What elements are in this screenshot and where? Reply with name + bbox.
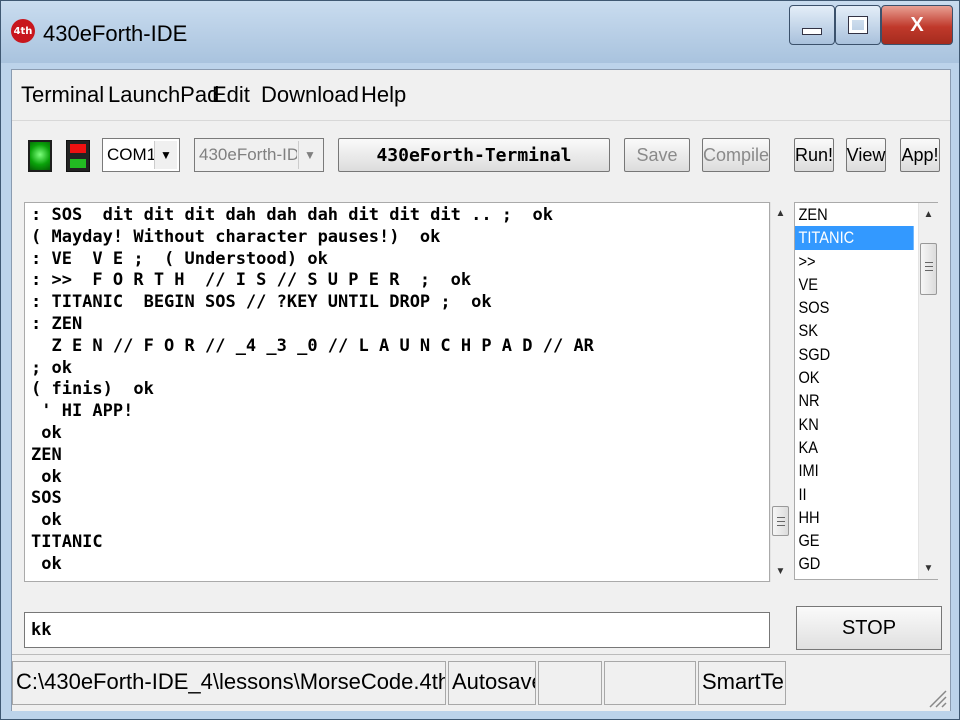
- terminal-line: ( finis) ok: [31, 379, 154, 400]
- view-button[interactable]: View: [846, 138, 886, 172]
- status-bar: C:\430eForth-IDE_4\lessons\MorseCode.4th…: [12, 654, 950, 711]
- status-mode: SmartTerm: [698, 661, 786, 705]
- terminal-button[interactable]: 430eForth-Terminal: [338, 138, 610, 172]
- word-list-item[interactable]: SOS: [795, 296, 896, 319]
- word-list-item[interactable]: ZEN: [795, 203, 896, 226]
- client-area: Terminal LaunchPad Edit Download Help CO…: [11, 69, 951, 711]
- connection-led-icon: [28, 140, 52, 172]
- app-logo-icon: 4th: [11, 19, 35, 43]
- word-list-item[interactable]: NR: [795, 389, 896, 412]
- close-button[interactable]: X: [881, 5, 953, 45]
- window-title: 430eForth-IDE: [43, 21, 188, 46]
- command-input[interactable]: [25, 613, 769, 647]
- scroll-down-icon[interactable]: ▼: [771, 562, 790, 580]
- save-button[interactable]: Save: [624, 138, 690, 172]
- word-list-item[interactable]: KN: [795, 413, 896, 436]
- terminal-line: : >> F O R T H // I S // S U P E R ; ok: [31, 270, 472, 291]
- terminal-line: : SOS dit dit dit dah dah dah dit dit di…: [31, 205, 553, 225]
- terminal-line: ok: [31, 510, 62, 531]
- menu-help[interactable]: Help: [361, 82, 406, 108]
- title-bar[interactable]: 4th 430eForth-IDE X: [1, 1, 959, 63]
- project-select[interactable]: 430eForth-IDE_4 ▼: [194, 138, 324, 172]
- word-list-item[interactable]: GD: [795, 552, 896, 575]
- run-button[interactable]: Run!: [794, 138, 834, 172]
- terminal-text: : SOS dit dit dit dah dah dah dit dit di…: [25, 203, 769, 576]
- scroll-up-icon[interactable]: ▲: [771, 204, 790, 222]
- word-list-item[interactable]: HH: [795, 506, 896, 529]
- terminal-line: SOS: [31, 488, 62, 509]
- app-window: 4th 430eForth-IDE X Terminal LaunchPad E…: [0, 0, 960, 720]
- terminal-line: TITANIC: [31, 531, 103, 552]
- close-icon: X: [910, 13, 924, 36]
- word-list[interactable]: ZEN TITANIC >> VE SOS SK SGD OK NR KN KA IMI II HH GE G…: [794, 202, 938, 580]
- word-list-item[interactable]: II: [795, 483, 896, 506]
- menu-terminal[interactable]: Terminal: [21, 82, 104, 108]
- resize-grip-icon[interactable]: [926, 687, 948, 709]
- terminal-line: Z E N // F O R // _4 _3 _0 // L A U N C …: [31, 335, 594, 356]
- terminal-line: ( Mayday! Without character pauses!) ok: [31, 226, 441, 247]
- terminal-line: ok: [31, 553, 62, 574]
- toolbar: COM10 ▼ 430eForth-IDE_4 ▼ 430eForth-Term…: [12, 122, 950, 198]
- terminal-line: : VE V E ; ( Understood) ok: [31, 248, 328, 269]
- status-path: C:\430eForth-IDE_4\lessons\MorseCode.4th…: [12, 661, 446, 705]
- compile-button[interactable]: Compile: [702, 138, 770, 172]
- word-list-item[interactable]: VE: [795, 273, 896, 296]
- word-list-item[interactable]: GE: [795, 529, 896, 552]
- command-input-box[interactable]: [24, 612, 770, 648]
- maximize-button[interactable]: [835, 5, 881, 45]
- status-panel-empty-2: [604, 661, 696, 705]
- status-autosave: Autosave: [448, 661, 536, 705]
- terminal-line: ZEN: [31, 444, 62, 465]
- project-value: 430eForth-IDE_4: [199, 145, 297, 164]
- scroll-thumb[interactable]: [772, 506, 789, 536]
- status-panel-empty-1: [538, 661, 602, 705]
- word-list-item[interactable]: SGD: [795, 343, 896, 366]
- word-list-item[interactable]: TITANIC: [795, 226, 914, 250]
- word-list-item[interactable]: >>: [795, 250, 896, 273]
- scroll-thumb[interactable]: [920, 243, 937, 295]
- terminal-line: ; ok: [31, 357, 72, 378]
- chevron-down-icon[interactable]: ▼: [298, 141, 321, 169]
- tx-rx-led-icon: [66, 140, 90, 172]
- chevron-down-icon[interactable]: ▼: [154, 141, 177, 169]
- word-list-scrollbar[interactable]: ▲ ▼: [918, 203, 938, 579]
- terminal-line: : ZEN: [31, 313, 83, 334]
- menu-launchpad[interactable]: LaunchPad: [108, 82, 219, 108]
- menu-bar: Terminal LaunchPad Edit Download Help: [12, 70, 950, 121]
- stop-button[interactable]: STOP: [796, 606, 942, 650]
- app-button[interactable]: App!: [900, 138, 940, 172]
- terminal-scrollbar[interactable]: ▲ ▼: [770, 202, 790, 582]
- scroll-up-icon[interactable]: ▲: [919, 205, 938, 223]
- terminal-line: ' HI APP!: [31, 401, 134, 422]
- word-list-item[interactable]: SK: [795, 319, 896, 342]
- word-list-item[interactable]: IMI: [795, 459, 896, 482]
- word-list-item[interactable]: KA: [795, 436, 896, 459]
- word-list-item[interactable]: OK: [795, 366, 896, 389]
- menu-download[interactable]: Download: [261, 82, 359, 108]
- maximize-icon: [848, 16, 868, 34]
- terminal-line: ok: [31, 466, 62, 487]
- minimize-button[interactable]: [789, 5, 835, 45]
- menu-edit[interactable]: Edit: [212, 82, 250, 108]
- terminal-output[interactable]: : SOS dit dit dit dah dah dah dit dit di…: [24, 202, 770, 582]
- com-port-select[interactable]: COM10 ▼: [102, 138, 180, 172]
- terminal-line: ok: [31, 422, 62, 443]
- scroll-down-icon[interactable]: ▼: [919, 559, 938, 577]
- minimize-icon: [802, 27, 822, 35]
- terminal-line: : TITANIC BEGIN SOS // ?KEY UNTIL DROP ;…: [31, 292, 492, 313]
